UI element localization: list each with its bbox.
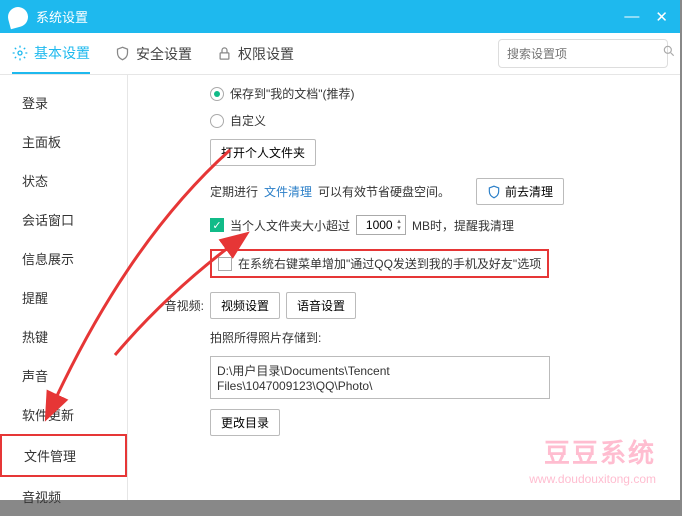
close-button[interactable]: ✕ [655, 8, 668, 26]
chevron-up-icon[interactable]: ▴ [397, 218, 401, 225]
tab-permission-settings[interactable]: 权限设置 [216, 33, 294, 74]
sidebar: 登录 主面板 状态 会话窗口 信息展示 提醒 热键 声音 软件更新 文件管理 音… [0, 75, 128, 500]
sidebar-item-audio-video[interactable]: 音视频 [0, 477, 127, 516]
sidebar-item-reminder[interactable]: 提醒 [0, 278, 127, 317]
change-directory-button[interactable]: 更改目录 [210, 409, 280, 436]
shield-icon [487, 185, 501, 199]
search-box[interactable] [498, 39, 668, 68]
chevron-down-icon[interactable]: ▾ [397, 225, 401, 232]
radio-save-mydocs[interactable] [210, 87, 224, 101]
shield-icon [114, 46, 130, 62]
sidebar-item-main-panel[interactable]: 主面板 [0, 122, 127, 161]
search-icon [662, 44, 676, 63]
go-clean-button[interactable]: 前去清理 [476, 178, 564, 205]
radio-custom[interactable] [210, 114, 224, 128]
photo-save-label: 拍照所得照片存储到: [210, 329, 321, 346]
sidebar-item-file-management[interactable]: 文件管理 [0, 434, 127, 477]
rightclick-label: 在系统右键菜单增加"通过QQ发送到我的手机及好友"选项 [238, 255, 541, 272]
sidebar-item-sound[interactable]: 声音 [0, 356, 127, 395]
tabs-bar: 基本设置 安全设置 权限设置 [0, 33, 680, 75]
sidebar-item-software-update[interactable]: 软件更新 [0, 395, 127, 434]
highlight-right-click-option: 在系统右键菜单增加"通过QQ发送到我的手机及好友"选项 [210, 249, 549, 278]
clean-text-suffix: 可以有效节省硬盘空间。 [318, 183, 450, 200]
window-title: 系统设置 [36, 7, 624, 26]
clean-text-prefix: 定期进行 [210, 183, 258, 200]
watermark-text: 豆豆系统 [529, 433, 656, 470]
tab-label: 基本设置 [34, 43, 90, 63]
btn-label: 前去清理 [505, 183, 553, 200]
main-panel: 保存到"我的文档"(推荐) 自定义 打开个人文件夹 定期进行文件清理可以有效节省… [128, 75, 680, 500]
radio-label: 保存到"我的文档"(推荐) [230, 85, 355, 102]
tab-label: 权限设置 [238, 44, 294, 64]
search-input[interactable] [507, 47, 662, 61]
audio-settings-button[interactable]: 语音设置 [286, 292, 356, 319]
sidebar-item-info-display[interactable]: 信息展示 [0, 239, 127, 278]
tab-label: 安全设置 [136, 44, 192, 64]
lock-icon [216, 46, 232, 62]
sidebar-item-login[interactable]: 登录 [0, 83, 127, 122]
video-settings-button[interactable]: 视频设置 [210, 292, 280, 319]
folder-size-input[interactable] [361, 218, 397, 232]
tab-safety-settings[interactable]: 安全设置 [114, 33, 192, 74]
spinner[interactable]: ▴▾ [397, 218, 401, 232]
qq-penguin-icon [6, 4, 30, 28]
sidebar-item-hotkey[interactable]: 热键 [0, 317, 127, 356]
checkbox-exceed-remind[interactable]: ✓ [210, 218, 224, 232]
minimize-button[interactable]: — [624, 8, 639, 26]
sidebar-item-status[interactable]: 状态 [0, 161, 127, 200]
exceed-label: 当个人文件夹大小超过 [230, 217, 350, 234]
unit-label: MB时，提醒我清理 [412, 217, 514, 234]
titlebar: 系统设置 — ✕ [0, 0, 680, 33]
file-clean-link[interactable]: 文件清理 [264, 183, 312, 200]
sidebar-item-chat-window[interactable]: 会话窗口 [0, 200, 127, 239]
av-section-label: 音视频: [152, 297, 204, 314]
folder-size-input-wrap[interactable]: ▴▾ [356, 215, 406, 235]
tab-basic-settings[interactable]: 基本设置 [12, 33, 90, 74]
open-personal-folder-button[interactable]: 打开个人文件夹 [210, 139, 316, 166]
photo-path-field[interactable]: D:\用户目录\Documents\Tencent Files\10470091… [210, 356, 550, 399]
gear-icon [12, 45, 28, 61]
watermark: 豆豆系统 www.doudouxitong.com [529, 433, 656, 486]
checkbox-rightclick-menu[interactable] [218, 257, 232, 271]
watermark-url: www.doudouxitong.com [529, 472, 656, 486]
radio-label: 自定义 [230, 112, 266, 129]
